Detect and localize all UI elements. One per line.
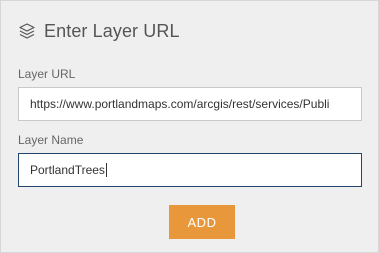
layers-icon xyxy=(18,22,36,40)
layer-url-value: https://www.portlandmaps.com/arcgis/rest… xyxy=(30,97,330,111)
text-caret xyxy=(105,163,107,177)
page-title: Enter Layer URL xyxy=(44,20,180,41)
layer-name-input[interactable]: PortlandTrees xyxy=(18,153,362,187)
layer-url-input[interactable]: https://www.portlandmaps.com/arcgis/rest… xyxy=(18,87,362,121)
add-button[interactable]: ADD xyxy=(169,205,235,239)
add-layer-panel: Enter Layer URL Layer URL https://www.po… xyxy=(0,0,379,253)
panel-header: Enter Layer URL xyxy=(18,19,180,43)
layer-url-label: Layer URL xyxy=(18,67,76,81)
layer-name-value: PortlandTrees xyxy=(30,163,105,177)
layer-name-label: Layer Name xyxy=(18,133,84,147)
